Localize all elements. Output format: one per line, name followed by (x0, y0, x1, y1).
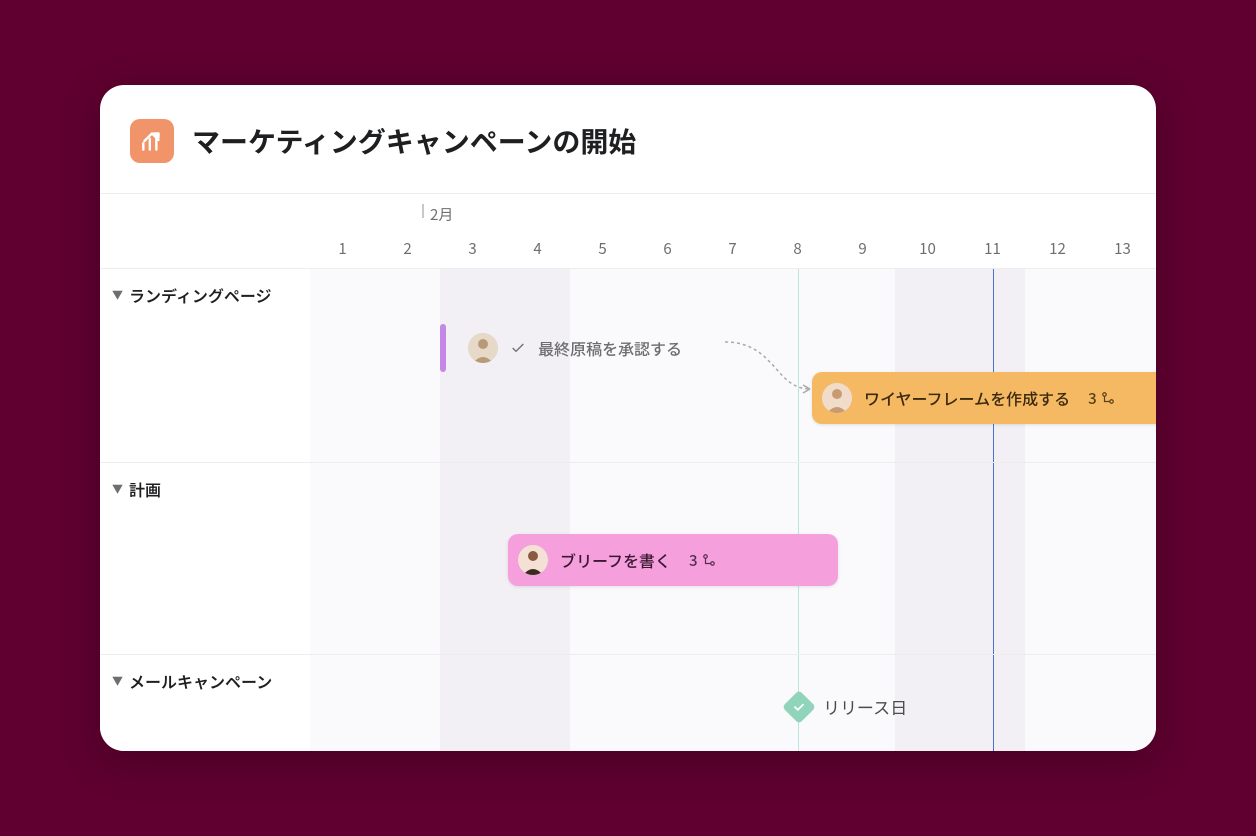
section-landing-page[interactable]: ▼ ランディングページ (100, 268, 310, 321)
month-tick (422, 204, 424, 218)
subtask-count: 3 (689, 550, 716, 571)
day-number[interactable]: 9 (830, 238, 895, 259)
timeline-grid[interactable]: 2月 1 2 3 4 5 6 7 8 9 10 11 12 13 (310, 194, 1156, 751)
today-line (993, 256, 994, 751)
weekend-col (440, 194, 505, 751)
avatar (468, 333, 498, 363)
section-planning[interactable]: ▼ 計画 (100, 462, 310, 515)
day-number[interactable]: 8 (765, 238, 830, 259)
task-label: ワイヤーフレームを作成する (864, 386, 1070, 410)
day-number[interactable]: 12 (1025, 238, 1090, 259)
timeline-sidebar: ▼ ランディングページ ▼ 計画 ▼ メールキャンペーン (100, 194, 310, 751)
day-number[interactable]: 10 (895, 238, 960, 259)
day-number[interactable]: 6 (635, 238, 700, 259)
dependency-arrow-icon (720, 334, 820, 404)
avatar (822, 383, 852, 413)
day-number[interactable]: 11 (960, 238, 1025, 259)
avatar (518, 545, 548, 575)
milestone-release[interactable]: リリース日 (787, 694, 907, 719)
chart-up-icon (130, 119, 174, 163)
section-divider (310, 462, 1156, 463)
timeline-header: 2月 1 2 3 4 5 6 7 8 9 10 11 12 13 (310, 194, 1156, 268)
section-divider (310, 268, 1156, 269)
day-number[interactable]: 13 (1090, 238, 1155, 259)
task-label: 最終原稿を承認する (538, 336, 682, 360)
task-label: ブリーフを書く (560, 548, 671, 572)
subtask-icon (1101, 391, 1115, 405)
milestone-diamond-icon (782, 690, 816, 724)
day-number[interactable]: 3 (440, 238, 505, 259)
check-icon (510, 340, 526, 356)
task-wireframe[interactable]: ワイヤーフレームを作成する 3 (812, 372, 1156, 424)
project-card: マーケティングキャンペーンの開始 2月 1 2 3 4 5 6 7 8 9 10… (100, 85, 1156, 751)
section-divider (310, 654, 1156, 655)
project-title: マーケティングキャンペーンの開始 (192, 121, 636, 161)
section-label: 計画 (129, 477, 161, 501)
day-number[interactable]: 2 (375, 238, 440, 259)
day-number[interactable]: 1 (310, 238, 375, 259)
caret-down-icon: ▼ (112, 481, 123, 497)
subtask-count: 3 (1088, 388, 1115, 409)
day-number[interactable]: 7 (700, 238, 765, 259)
subtask-icon (702, 553, 716, 567)
task-approve-final[interactable]: 最終原稿を承認する (450, 322, 730, 374)
project-header: マーケティングキャンペーンの開始 (100, 85, 1156, 194)
section-email-campaign[interactable]: ▼ メールキャンペーン (100, 654, 310, 707)
weekend-col (895, 194, 960, 751)
task-brief[interactable]: ブリーフを書く 3 (508, 534, 838, 586)
caret-down-icon: ▼ (112, 287, 123, 303)
caret-down-icon: ▼ (112, 673, 123, 689)
section-label: ランディングページ (129, 283, 272, 307)
weekend-col (505, 194, 570, 751)
timeline-view[interactable]: 2月 1 2 3 4 5 6 7 8 9 10 11 12 13 (100, 194, 1156, 751)
month-label: 2月 (430, 204, 453, 225)
day-number[interactable]: 4 (505, 238, 570, 259)
day-number[interactable]: 5 (570, 238, 635, 259)
task-handle[interactable] (440, 324, 446, 372)
section-label: メールキャンペーン (129, 669, 272, 693)
milestone-label: リリース日 (823, 694, 907, 719)
